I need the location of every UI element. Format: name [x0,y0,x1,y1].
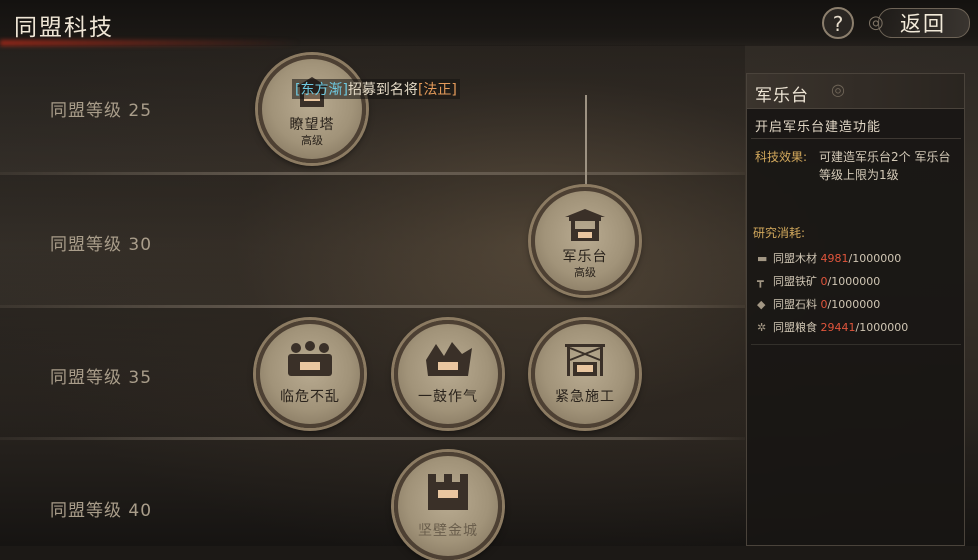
soldiers-icon [288,341,332,376]
help-button[interactable]: ? [822,7,854,39]
cloud-ornament-icon: ◎ [868,12,884,33]
tech-name: 紧急施工 [555,389,615,405]
recruit-notice: [东方渐]招募到名将[法正] [292,79,460,99]
tech-node-wall[interactable]: 坚壁金城 [394,452,502,560]
notice-general: [法正] [417,82,457,98]
tech-connector [585,95,587,187]
panel-description: 开启军乐台建造功能 [755,120,882,135]
row-divider [0,437,745,440]
cost-need: /1000000 [848,252,902,265]
level-label: 同盟等级 40 [50,501,153,521]
tech-name: 瞭望塔 [289,117,335,133]
back-label: 返回 [900,12,946,36]
cost-name: 同盟木材 [773,252,817,265]
divider [751,138,961,139]
music-stage-icon [565,209,605,241]
cost-row-grain: ✲ 同盟粮食 29441/1000000 [757,319,908,335]
wall-icon [428,474,468,510]
cost-row-stone: ◆ 同盟石料 0/1000000 [757,296,880,312]
tech-node-construction[interactable]: 紧急施工 [531,320,639,428]
cost-need: /1000000 [827,275,881,288]
tech-name: 军乐台 [562,249,608,265]
panel-title: 军乐台 [755,86,809,106]
cost-name: 同盟粮食 [773,321,817,334]
cost-have: 0 [820,298,828,311]
cost-need: /1000000 [827,298,881,311]
stone-icon: ◆ [757,298,766,311]
tech-tier: 高级 [301,134,323,147]
back-button[interactable]: ◎ 返回 [868,6,970,38]
cost-need: /1000000 [855,321,909,334]
tech-name: 一鼓作气 [418,389,478,405]
cloud-ornament-icon: ◎ [831,80,845,99]
iron-icon: ┳ [757,275,764,288]
cost-row-wood: ▬ 同盟木材 4981/1000000 [757,250,901,266]
tech-node-watchtower[interactable]: 瞭望塔 高级 [258,55,366,163]
warriors-icon [426,342,472,376]
tech-node-music-stage[interactable]: 军乐台 高级 [531,187,639,295]
grain-icon: ✲ [757,321,767,334]
tech-node-drum[interactable]: 一鼓作气 [394,320,502,428]
tech-name: 临危不乱 [280,389,340,405]
cost-have: 0 [820,275,828,288]
level-label: 同盟等级 30 [50,235,153,255]
cost-name: 同盟石料 [773,298,817,311]
tech-tier: 高级 [574,266,596,279]
scaffold-icon [565,344,605,376]
cost-have: 4981 [820,252,849,265]
notice-player: [东方渐] [295,82,348,98]
tech-detail-panel: 军乐台 ◎ 开启军乐台建造功能 科技效果: 可建造军乐台2个 军乐台等级上限为1… [746,73,965,546]
tech-name: 坚壁金城 [418,523,478,539]
effect-text: 可建造军乐台2个 军乐台等级上限为1级 [819,150,951,182]
cost-name: 同盟铁矿 [773,275,817,288]
cost-have: 29441 [820,321,856,334]
divider [751,344,961,345]
notice-text: 招募到名将 [347,82,418,98]
effect-label: 科技效果: [755,150,808,164]
level-label: 同盟等级 25 [50,101,153,121]
page-title: 同盟科技 [14,15,114,41]
tech-node-crisis[interactable]: 临危不乱 [256,320,364,428]
cost-title: 研究消耗: [753,226,806,240]
cost-row-iron: ┳ 同盟铁矿 0/1000000 [757,273,880,289]
level-label: 同盟等级 35 [50,368,153,388]
wood-icon: ▬ [757,252,768,265]
